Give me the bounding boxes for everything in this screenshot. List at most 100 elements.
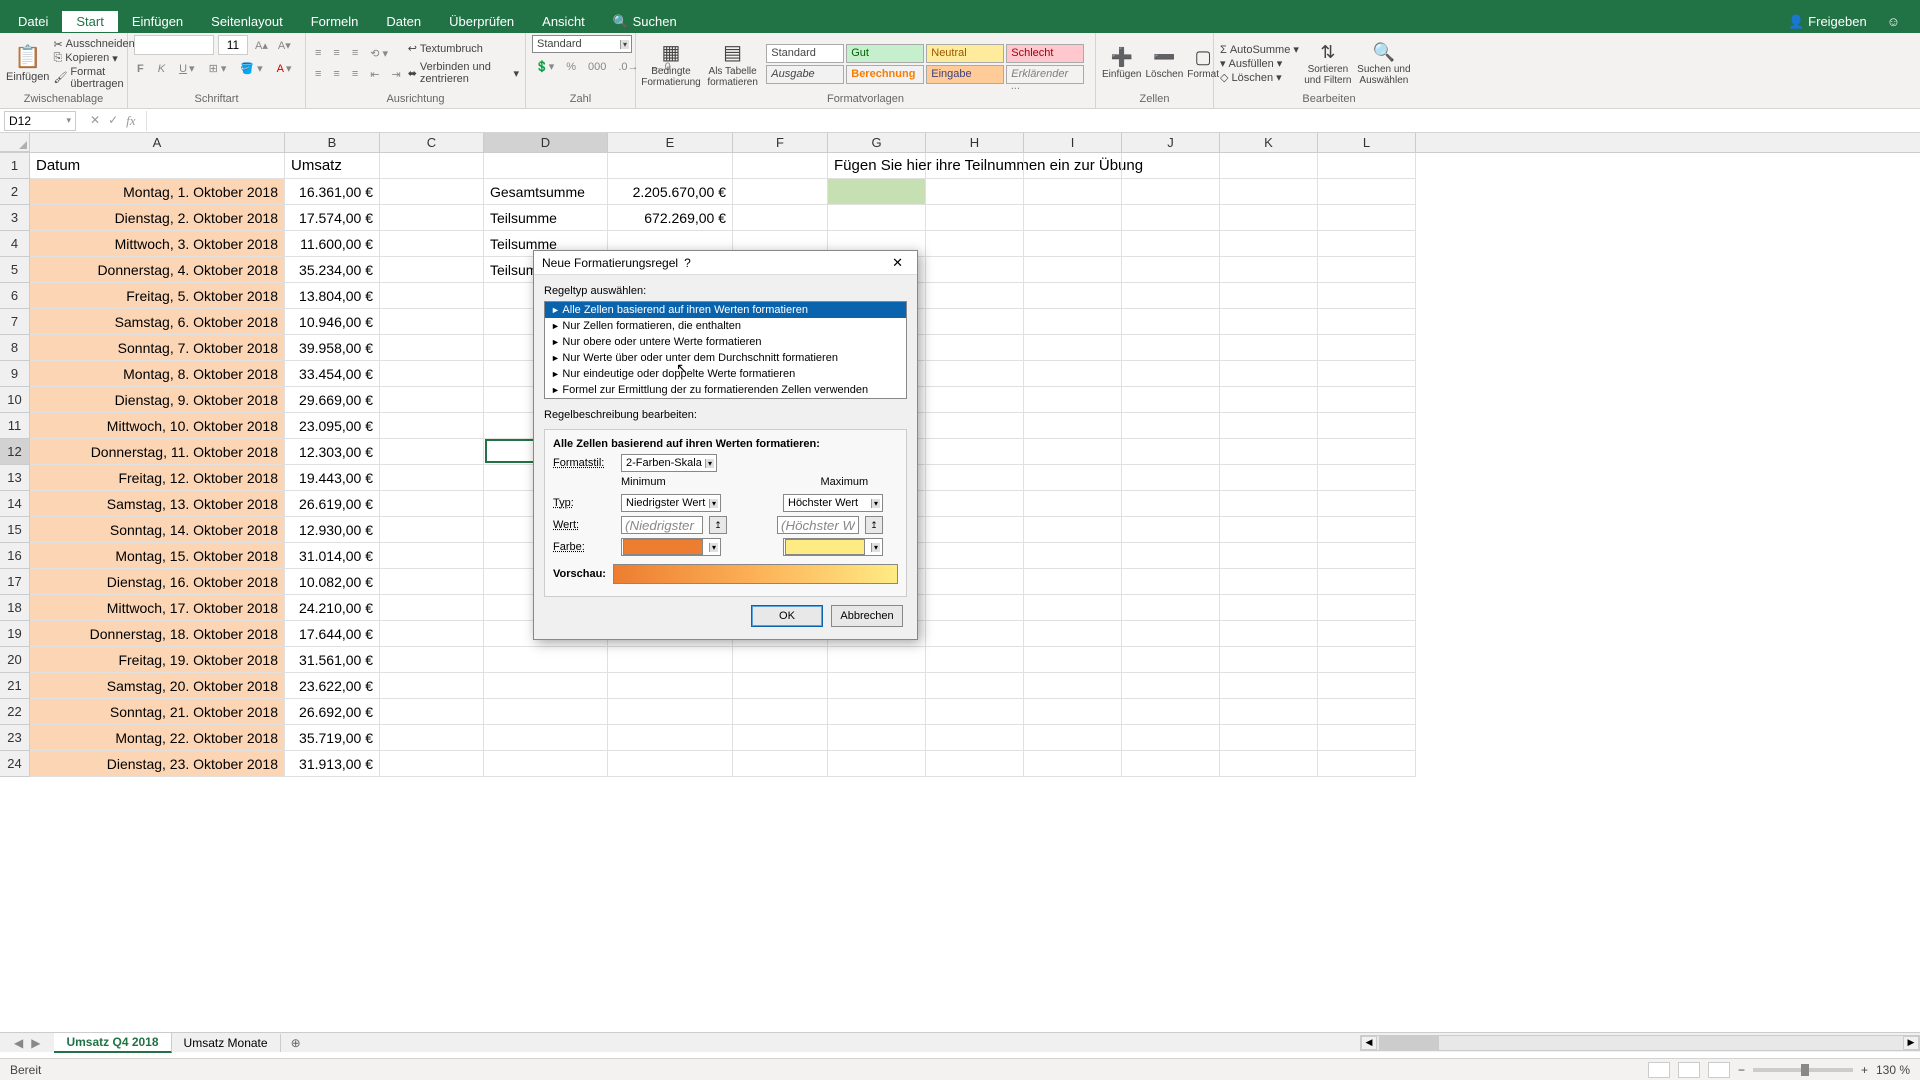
cell[interactable] [380, 387, 484, 413]
row-header[interactable]: 15 [0, 517, 30, 543]
horizontal-scrollbar[interactable]: ◀ ▶ [1360, 1035, 1920, 1051]
cell[interactable] [828, 699, 926, 725]
cell[interactable] [1122, 569, 1220, 595]
cell[interactable] [733, 699, 828, 725]
cell[interactable]: Mittwoch, 17. Oktober 2018 [30, 595, 285, 621]
bold-button[interactable]: F [134, 61, 147, 76]
cell[interactable] [484, 153, 608, 179]
cell[interactable] [1220, 361, 1318, 387]
align-bot-icon[interactable]: ≡ [349, 46, 361, 61]
cell[interactable]: Montag, 15. Oktober 2018 [30, 543, 285, 569]
clear-button[interactable]: ◇ Löschen ▾ [1220, 71, 1299, 84]
share-button[interactable]: 👤 Freigeben [1788, 14, 1867, 30]
column-header-a[interactable]: A [30, 133, 285, 152]
cell[interactable]: 19.443,00 € [285, 465, 380, 491]
cell[interactable] [1220, 621, 1318, 647]
align-top-icon[interactable]: ≡ [312, 46, 324, 61]
font-name-input[interactable] [134, 35, 214, 55]
cell[interactable] [926, 283, 1024, 309]
min-value-input[interactable] [621, 516, 703, 534]
cell[interactable]: 17.644,00 € [285, 621, 380, 647]
align-mid-icon[interactable]: ≡ [330, 46, 342, 61]
cell[interactable]: 31.913,00 € [285, 751, 380, 777]
wrap-text-button[interactable]: ↩ Textumbruch [408, 42, 519, 55]
cell[interactable] [1122, 621, 1220, 647]
rule-option-2[interactable]: Nur obere oder untere Werte formatieren [545, 334, 906, 350]
orientation-icon[interactable]: ⟲ ▾ [367, 46, 391, 61]
font-size-input[interactable] [218, 35, 248, 55]
cell[interactable] [1122, 205, 1220, 231]
cell[interactable]: Samstag, 20. Oktober 2018 [30, 673, 285, 699]
cell[interactable]: Dienstag, 16. Oktober 2018 [30, 569, 285, 595]
cell[interactable] [1220, 465, 1318, 491]
tab-pagelayout[interactable]: Seitenlayout [197, 11, 297, 32]
align-left-icon[interactable]: ≡ [312, 67, 324, 82]
cell[interactable] [1220, 153, 1318, 179]
cancel-formula-icon[interactable]: ✕ [90, 113, 100, 129]
cell[interactable] [1318, 413, 1416, 439]
cell[interactable]: 672.269,00 € [608, 205, 733, 231]
column-header-e[interactable]: E [608, 133, 733, 152]
cell[interactable] [1318, 335, 1416, 361]
cell[interactable] [926, 387, 1024, 413]
min-type-dropdown[interactable]: Niedrigster Wert [621, 494, 721, 512]
cell[interactable] [380, 569, 484, 595]
cell[interactable] [1220, 543, 1318, 569]
cell[interactable] [380, 231, 484, 257]
column-header-b[interactable]: B [285, 133, 380, 152]
cell[interactable] [1122, 361, 1220, 387]
column-header-d[interactable]: D [484, 133, 608, 152]
number-format-dropdown[interactable]: Standard [532, 35, 632, 53]
scroll-thumb[interactable] [1379, 1036, 1439, 1050]
cell[interactable] [380, 491, 484, 517]
cell[interactable] [1122, 335, 1220, 361]
cell[interactable]: Donnerstag, 4. Oktober 2018 [30, 257, 285, 283]
cell[interactable] [926, 673, 1024, 699]
table-format-button[interactable]: Als Tabelle formatieren [704, 66, 761, 88]
cell[interactable]: 10.946,00 € [285, 309, 380, 335]
cell[interactable] [926, 647, 1024, 673]
cell[interactable] [1024, 543, 1122, 569]
cell[interactable] [1024, 361, 1122, 387]
cell[interactable] [608, 751, 733, 777]
paste-button[interactable]: Einfügen [6, 71, 49, 83]
cell[interactable] [926, 179, 1024, 205]
max-color-dropdown[interactable] [783, 538, 883, 556]
column-header-c[interactable]: C [380, 133, 484, 152]
cell[interactable] [1220, 231, 1318, 257]
cell[interactable] [1122, 257, 1220, 283]
column-header-j[interactable]: J [1122, 133, 1220, 152]
cell[interactable] [1122, 413, 1220, 439]
row-header[interactable]: 13 [0, 465, 30, 491]
cell[interactable]: Sonntag, 21. Oktober 2018 [30, 699, 285, 725]
max-value-input[interactable] [777, 516, 859, 534]
cell[interactable] [1024, 621, 1122, 647]
cell[interactable] [733, 725, 828, 751]
tab-data[interactable]: Daten [372, 11, 435, 32]
enter-formula-icon[interactable]: ✓ [108, 113, 118, 129]
row-header[interactable]: 7 [0, 309, 30, 335]
cell[interactable] [926, 439, 1024, 465]
row-header[interactable]: 23 [0, 725, 30, 751]
cell[interactable] [926, 569, 1024, 595]
cell[interactable] [926, 543, 1024, 569]
row-header[interactable]: 2 [0, 179, 30, 205]
cell[interactable]: Umsatz [285, 153, 380, 179]
cell[interactable] [1024, 153, 1122, 179]
cell[interactable] [608, 153, 733, 179]
cell[interactable]: 31.014,00 € [285, 543, 380, 569]
rule-option-4[interactable]: Nur eindeutige oder doppelte Werte forma… [545, 366, 906, 382]
cell[interactable] [380, 153, 484, 179]
row-header[interactable]: 10 [0, 387, 30, 413]
cell[interactable] [1220, 179, 1318, 205]
row-header[interactable]: 18 [0, 595, 30, 621]
cell[interactable] [1318, 725, 1416, 751]
cell[interactable] [380, 517, 484, 543]
cell[interactable] [1122, 231, 1220, 257]
cell[interactable] [926, 205, 1024, 231]
cell[interactable] [484, 647, 608, 673]
style-erklarend[interactable]: Erklärender ... [1006, 65, 1084, 84]
cell[interactable] [733, 647, 828, 673]
row-header[interactable]: 17 [0, 569, 30, 595]
cell[interactable] [1318, 751, 1416, 777]
